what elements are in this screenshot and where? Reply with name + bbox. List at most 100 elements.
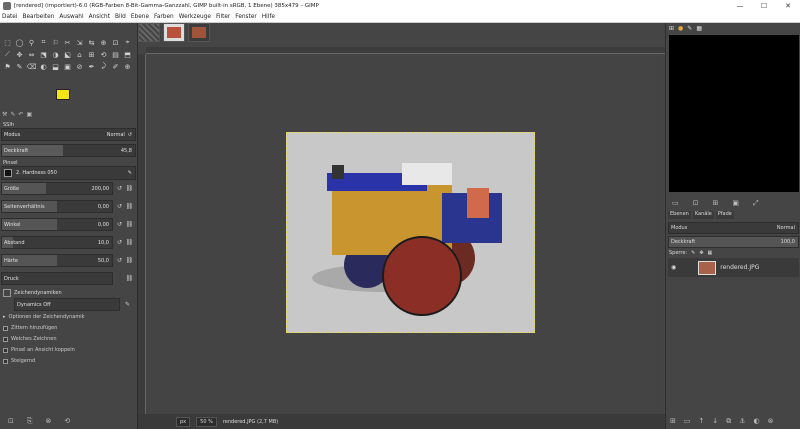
delete-options-icon[interactable]: ⊗ — [45, 417, 51, 426]
tool-button-22[interactable]: ⚑ — [2, 61, 13, 72]
device-status-icon[interactable]: ✎ — [10, 111, 15, 121]
visibility-eye-icon[interactable]: ◉ — [671, 264, 676, 271]
delete-layer-icon[interactable]: ⊗ — [768, 417, 774, 426]
tool-button-10[interactable]: ⌖ — [122, 37, 133, 48]
color-swatches[interactable] — [56, 89, 80, 109]
layer-group-icon[interactable]: ▭ — [684, 417, 691, 426]
layer-item[interactable]: ◉ rendered.JPG — [668, 258, 799, 277]
add-tab-icon[interactable]: ⊞ — [669, 25, 674, 32]
tool-button-24[interactable]: ⌫ — [26, 61, 37, 72]
menu-filter[interactable]: Filter — [216, 14, 230, 20]
mode-reset-icon[interactable]: ↺ — [128, 132, 135, 138]
tool-button-13[interactable]: ⇔ — [26, 49, 37, 60]
tool-button-0[interactable]: ⬚ — [2, 37, 13, 48]
nav-zoom-out-icon[interactable]: ▭ — [672, 199, 679, 208]
menu-fenster[interactable]: Fenster — [235, 14, 257, 20]
menu-farben[interactable]: Farben — [154, 14, 174, 20]
hardness-link-icon[interactable]: ⛓ — [125, 254, 134, 267]
size-link-icon[interactable]: ⛓ — [125, 182, 134, 195]
dynamics-icon[interactable] — [3, 289, 11, 297]
opacity-slider[interactable]: Deckkraft 45,8 — [1, 144, 136, 157]
tool-button-23[interactable]: ✎ — [14, 61, 25, 72]
tab-paths[interactable]: Pfade — [715, 211, 734, 219]
spacing-slider[interactable]: Abstand 10,0 — [1, 236, 113, 249]
image-tab-rendered[interactable] — [163, 23, 185, 42]
maximize-button[interactable]: ☐ — [752, 2, 776, 10]
pattern-icon[interactable]: ▦ — [696, 25, 702, 32]
tool-button-30[interactable]: ⤸ — [98, 61, 109, 72]
tool-button-16[interactable]: ⬕ — [62, 49, 73, 60]
aspect-slider[interactable]: Seitenverhältnis 0,00 — [1, 200, 113, 213]
menu-ebene[interactable]: Ebene — [131, 14, 149, 20]
close-button[interactable]: ✕ — [776, 2, 800, 10]
tool-button-18[interactable]: ⊞ — [86, 49, 97, 60]
layer-mode-row[interactable]: Modus Normal — [668, 222, 799, 234]
tool-button-26[interactable]: ⬓ — [50, 61, 61, 72]
tool-button-19[interactable]: ⟲ — [98, 49, 109, 60]
tool-button-6[interactable]: ⇲ — [74, 37, 85, 48]
hardness-reset-icon[interactable]: ↺ — [115, 254, 124, 267]
pressure-link-icon[interactable]: ⛓ — [125, 272, 134, 285]
incremental-checkbox[interactable]: Steigernd — [3, 358, 35, 364]
tool-button-2[interactable]: ⚲ — [26, 37, 37, 48]
lock-view-checkbox[interactable]: Pinsel an Ansicht koppeln — [3, 347, 75, 353]
restore-options-icon[interactable]: ⎘ — [27, 417, 33, 426]
tool-button-25[interactable]: ◐ — [38, 61, 49, 72]
tool-button-20[interactable]: ▤ — [110, 49, 121, 60]
menu-datei[interactable]: Datei — [2, 14, 17, 20]
tool-button-11[interactable]: ⟋ — [2, 49, 13, 60]
angle-slider[interactable]: Winkel 0,00 — [1, 218, 113, 231]
lock-position-icon[interactable]: ✥ — [699, 250, 703, 256]
tool-button-9[interactable]: ⊡ — [110, 37, 121, 48]
nav-fill-icon[interactable]: ⤢ — [753, 199, 759, 208]
reset-options-icon[interactable]: ⟲ — [64, 417, 70, 426]
unit-selector[interactable]: px — [176, 416, 191, 427]
tool-button-14[interactable]: ⬔ — [38, 49, 49, 60]
spacing-link-icon[interactable]: ⛓ — [125, 236, 134, 249]
lock-alpha-icon[interactable]: ▦ — [708, 250, 713, 256]
nav-fit-icon[interactable]: ⊡ — [693, 199, 699, 208]
tool-button-1[interactable]: ◯ — [14, 37, 25, 48]
brush-selector[interactable]: 2. Hardness 050 ✎ — [1, 166, 136, 180]
pressure-slider[interactable]: Druck — [1, 272, 113, 285]
new-layer-icon[interactable]: ⊞ — [670, 417, 676, 426]
color-icon[interactable]: ● — [678, 25, 683, 32]
zoom-selector[interactable]: 50 % — [196, 416, 217, 427]
tool-button-7[interactable]: ⇆ — [86, 37, 97, 48]
nav-zoom-in-icon[interactable]: ⊞ — [713, 199, 719, 208]
navigation-preview[interactable] — [669, 35, 799, 192]
brush-icon[interactable]: ✎ — [687, 25, 692, 32]
duplicate-layer-icon[interactable]: ⧉ — [726, 417, 731, 426]
spacing-reset-icon[interactable]: ↺ — [115, 236, 124, 249]
layer-mode-value[interactable]: Normal — [777, 225, 798, 231]
size-reset-icon[interactable]: ↺ — [115, 182, 124, 195]
canvas-area[interactable] — [146, 54, 662, 424]
menu-auswahl[interactable]: Auswahl — [59, 14, 83, 20]
mode-value[interactable]: Normal — [107, 132, 128, 138]
save-options-icon[interactable]: ⊡ — [8, 417, 14, 426]
tool-options-icon[interactable]: ⚒ — [2, 111, 7, 121]
tool-button-32[interactable]: ⊕ — [122, 61, 133, 72]
size-slider[interactable]: Größe 200,00 — [1, 182, 113, 195]
menu-hilfe[interactable]: Hilfe — [262, 14, 275, 20]
undo-history-icon[interactable]: ↶ — [18, 111, 23, 121]
images-icon[interactable]: ▣ — [26, 111, 32, 121]
angle-link-icon[interactable]: ⛓ — [125, 218, 134, 231]
layer-name[interactable]: rendered.JPG — [720, 264, 759, 271]
lock-view-box[interactable] — [3, 347, 8, 353]
tool-button-3[interactable]: ⌗ — [38, 37, 49, 48]
foreground-color-swatch[interactable] — [56, 89, 70, 100]
dynamics-edit-icon[interactable]: ✎ — [123, 298, 132, 311]
tool-button-29[interactable]: ✒ — [86, 61, 97, 72]
tool-button-15[interactable]: ◑ — [50, 49, 61, 60]
tab-channels[interactable]: Kanäle — [692, 211, 714, 219]
raise-layer-icon[interactable]: ↑ — [699, 417, 705, 426]
tool-button-8[interactable]: ⊕ — [98, 37, 109, 48]
tool-button-28[interactable]: ⊘ — [74, 61, 85, 72]
tab-layers[interactable]: Ebenen — [668, 211, 691, 219]
jitter-box[interactable] — [3, 325, 8, 331]
incremental-box[interactable] — [3, 358, 8, 364]
brush-edit-icon[interactable]: ✎ — [128, 170, 135, 176]
layer-opacity-slider[interactable]: Deckkraft 100,0 — [668, 236, 799, 248]
mode-row[interactable]: Modus Normal ↺ — [1, 128, 136, 141]
